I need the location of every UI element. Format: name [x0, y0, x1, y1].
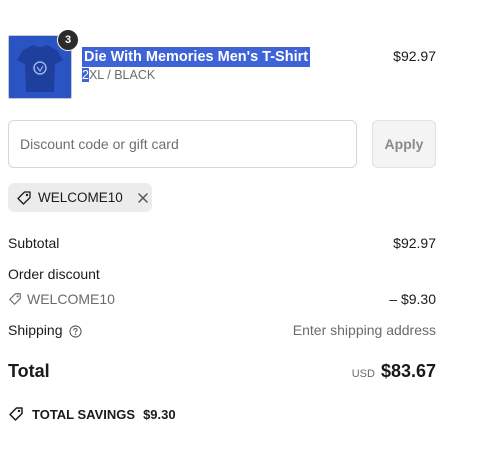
quantity-badge: 3: [57, 29, 79, 51]
total-savings: TOTAL SAVINGS $9.30: [8, 406, 176, 422]
order-discount-value: – $9.30: [389, 291, 436, 307]
shipping-row: Shipping Enter shipping address: [8, 321, 436, 339]
line-item: 3 Die With Memories Men's T-Shirt 2XL / …: [8, 29, 436, 99]
product-price: $92.97: [393, 48, 436, 64]
order-discount-row: WELCOME10 – $9.30: [8, 290, 436, 308]
total-row: Total USD $83.67: [8, 362, 436, 386]
help-circle-icon[interactable]: [69, 325, 82, 338]
product-variant: 2XL / BLACK: [82, 67, 155, 83]
close-icon[interactable]: [137, 192, 149, 204]
shipping-label: Shipping: [8, 322, 63, 338]
variant-text: XL / BLACK: [88, 68, 156, 82]
product-name: Die With Memories Men's T-Shirt: [82, 47, 311, 67]
apply-button[interactable]: Apply: [372, 120, 436, 168]
tag-icon: [8, 406, 24, 422]
discount-code-input[interactable]: Discount code or gift card: [8, 120, 357, 168]
variant-selected-text: 2: [82, 68, 89, 82]
total-amount: $83.67: [380, 361, 436, 381]
shipping-value: Enter shipping address: [292, 322, 436, 338]
applied-code-text: WELCOME10: [38, 190, 123, 205]
order-discount-code: WELCOME10: [27, 291, 115, 307]
currency-code: USD: [351, 368, 375, 380]
total-label: Total: [8, 361, 50, 381]
subtotal-label: Subtotal: [8, 235, 60, 251]
subtotal-row: Subtotal $92.97: [8, 234, 436, 252]
tag-icon: [8, 292, 22, 306]
savings-value: $9.30: [143, 406, 176, 422]
discount-placeholder: Discount code or gift card: [20, 136, 179, 152]
applied-discount-chip: WELCOME10: [8, 183, 152, 212]
savings-label: TOTAL SAVINGS: [32, 406, 136, 422]
order-discount-label: Order discount: [8, 266, 100, 282]
subtotal-value: $92.97: [393, 235, 436, 251]
tag-icon: [16, 190, 32, 206]
